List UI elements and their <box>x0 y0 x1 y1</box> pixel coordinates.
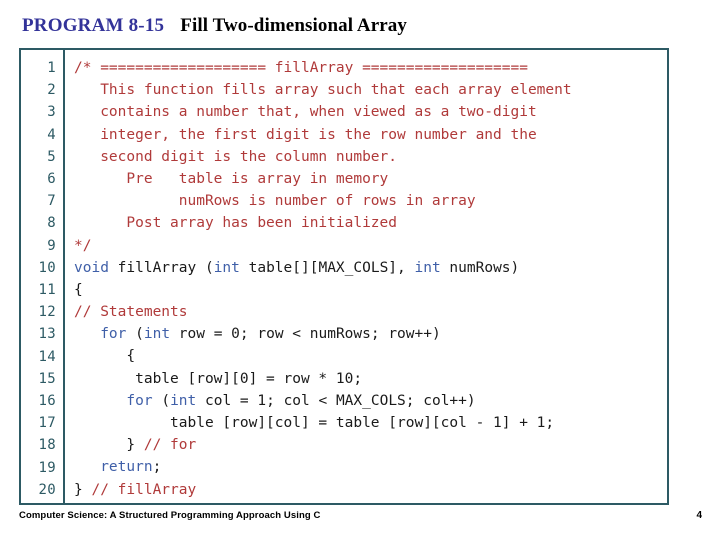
line-number: 16 <box>38 393 56 410</box>
program-label: PROGRAM 8-15 <box>22 15 165 36</box>
line-number: 15 <box>38 370 56 387</box>
code-token: table[][MAX_COLS], <box>239 259 415 276</box>
code-line: integer, the first digit is the row numb… <box>74 124 667 146</box>
code-token: int <box>170 392 197 409</box>
code-token: void <box>74 259 109 276</box>
code-line: This function fills array such that each… <box>74 79 667 101</box>
code-token: /* =================== fillArray =======… <box>74 60 528 76</box>
code-token: ( <box>126 326 144 343</box>
code-line: { <box>74 345 667 367</box>
code-line: } // fillArray <box>74 479 667 501</box>
code-line: contains a number that, when viewed as a… <box>74 101 667 123</box>
code-token: } <box>74 437 144 454</box>
code-line: Pre table is array in memory <box>74 168 667 190</box>
code-token: ; <box>152 459 162 476</box>
slide-footer: Computer Science: A Structured Programmi… <box>0 510 720 532</box>
code-token: int <box>143 326 171 343</box>
code-line: for (int row = 0; row < numRows; row++) <box>74 323 667 345</box>
page-title: PROGRAM 8-15 Fill Two-dimensional Array <box>22 16 407 35</box>
code-token: // Statements <box>74 304 188 321</box>
code-token: second digit is the column number. <box>74 148 398 165</box>
line-number: 7 <box>47 193 56 210</box>
code-token: This function fills array such that each… <box>74 82 572 99</box>
code-token: return <box>100 459 153 476</box>
line-number: 4 <box>47 126 56 143</box>
line-number: 13 <box>38 326 56 343</box>
code-token: { <box>74 348 136 365</box>
code-line: numRows is number of rows in array <box>74 190 667 212</box>
code-token: // fillArray <box>91 481 197 498</box>
footer-book-title: Computer Science: A Structured Programmi… <box>19 510 321 521</box>
code-token: contains a number that, when viewed as a… <box>74 104 537 121</box>
code-token: Pre table is array in memory <box>74 170 389 187</box>
code-line: } // for <box>74 434 667 456</box>
code-token: { <box>74 281 83 298</box>
line-number: 19 <box>38 459 56 476</box>
line-number-gutter: 1 2 3 4 5 6 7 8 9 10 11 12 13 14 15 16 17 18 19 20 <box>21 50 65 503</box>
footer-page-number: 4 <box>696 510 702 521</box>
code-token: numRows) <box>440 259 520 276</box>
code-token: row = 0; row < numRows; row++) <box>170 326 441 343</box>
line-number: 5 <box>47 148 56 165</box>
code-listing-box: 1 2 3 4 5 6 7 8 9 10 11 12 13 14 15 16 17 18 19 20 /* =====… <box>19 48 669 505</box>
code-token: col = 1; col < MAX_COLS; col++) <box>196 392 476 409</box>
code-line: return; <box>74 456 667 478</box>
code-token: for <box>100 326 127 343</box>
code-line: for (int col = 1; col < MAX_COLS; col++) <box>74 390 667 412</box>
line-number: 6 <box>47 171 56 188</box>
line-number: 12 <box>38 304 56 321</box>
code-token: numRows is number of rows in array <box>74 193 476 210</box>
line-number: 9 <box>47 237 56 254</box>
code-token: int <box>213 259 240 276</box>
code-line: second digit is the column number. <box>74 146 667 168</box>
code-token: table [row][0] = row * 10; <box>74 370 363 387</box>
code-content-area: /* =================== fillArray =======… <box>65 50 667 503</box>
code-line: void fillArray (int table[][MAX_COLS], i… <box>74 257 667 279</box>
code-line: Post array has been initialized <box>74 212 667 234</box>
line-number: 14 <box>38 348 56 365</box>
code-line: /* =================== fillArray =======… <box>74 57 667 79</box>
program-title: Fill Two-dimensional Array <box>180 15 407 36</box>
line-number: 11 <box>38 282 56 299</box>
code-line: { <box>74 279 667 301</box>
line-number: 8 <box>47 215 56 232</box>
code-token: integer, the first digit is the row numb… <box>74 126 537 143</box>
code-token: for <box>126 392 153 409</box>
code-line: // Statements <box>74 301 667 323</box>
line-number: 3 <box>47 104 56 121</box>
code-token: // for <box>143 437 197 454</box>
line-number: 2 <box>47 82 56 99</box>
line-number: 18 <box>38 437 56 454</box>
line-number: 10 <box>38 259 56 276</box>
code-token: fillArray ( <box>108 259 214 276</box>
code-token: */ <box>74 237 92 254</box>
line-number: 17 <box>38 415 56 432</box>
line-number: 1 <box>47 60 56 76</box>
code-token: ( <box>152 392 171 409</box>
line-number: 20 <box>38 481 56 498</box>
code-line: */ <box>74 235 667 257</box>
code-line: table [row][0] = row * 10; <box>74 368 667 390</box>
code-token: table [row][col] = table [row][col - 1] … <box>74 415 555 431</box>
code-token: } <box>74 481 92 498</box>
code-token: Post array has been initialized <box>74 215 398 232</box>
code-token: int <box>414 259 441 276</box>
code-line: table [row][col] = table [row][col - 1] … <box>74 412 667 434</box>
